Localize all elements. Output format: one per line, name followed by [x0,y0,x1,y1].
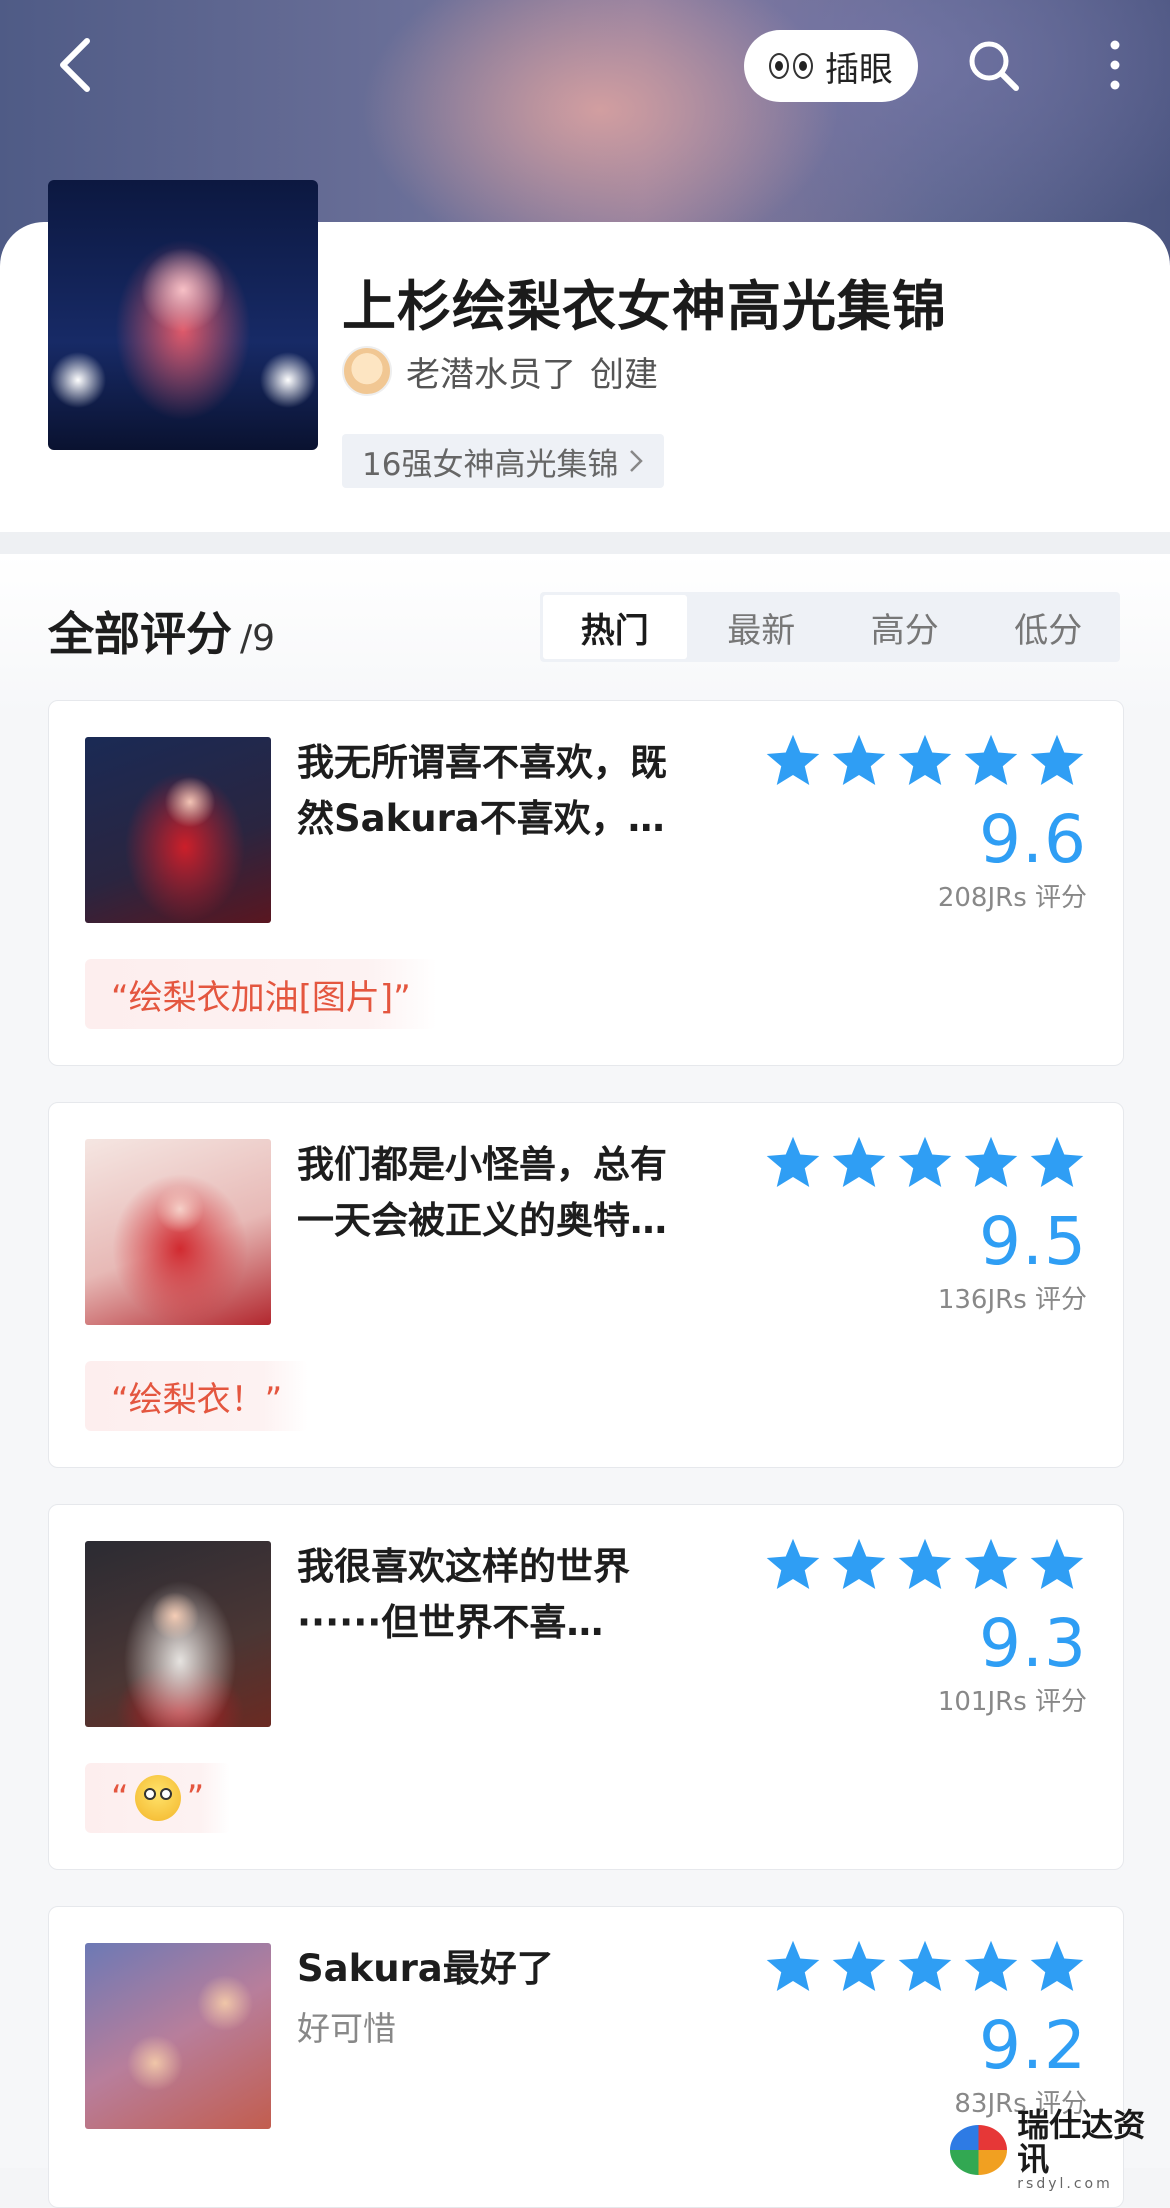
rating-subtitle: 好可惜 [297,2009,396,2048]
tab-low-score[interactable]: 低分 [977,592,1121,662]
rating-title: 我无所谓喜不喜欢，既 然Sakura不喜欢，… [297,741,667,840]
peek-label: 插眼 [825,49,893,90]
rating-score: 9.3 [979,1605,1087,1682]
top-comment[interactable]: “绘梨衣加油[图片]” [85,959,437,1029]
peek-button[interactable]: 插眼 [744,30,918,102]
top-comment[interactable]: “ ” [85,1763,231,1833]
creator-info[interactable]: 老潜水员了 创建 [342,346,658,396]
rating-thumbnail [85,1139,271,1325]
rating-thumbnail [85,737,271,923]
rating-card[interactable]: 我很喜欢这样的世界 ······但世界不喜… 9.3 101JRs 评分 “ ” [48,1504,1124,1870]
rating-thumbnail [85,1943,271,2129]
watermark-name: 瑞仕达资讯 [1017,2106,1146,2178]
section-count: /9 [240,618,276,659]
section-title: 全部评分/9 [48,598,275,664]
star-icon [898,1136,952,1187]
star-icon [1030,734,1084,785]
rating-thumbnail [85,1541,271,1727]
star-icon [766,734,820,785]
star-icon [766,1136,820,1187]
collection-tag-link[interactable]: 16强女神高光集锦 [342,434,665,488]
star-icon [964,1538,1018,1589]
more-button[interactable] [1080,30,1150,100]
star-rating[interactable] [763,731,1087,791]
rating-title: Sakura最好了 [297,1947,554,1990]
star-icon [832,1538,886,1589]
chevron-left-icon [60,38,90,92]
rater-count: 208JRs 评分 [937,883,1087,913]
section-divider [0,532,1170,554]
rating-score: 9.2 [979,2007,1087,2084]
rating-title: 我很喜欢这样的世界 ······但世界不喜… [297,1545,630,1644]
star-icon [766,1538,820,1589]
rating-title: 我们都是小怪兽，总有 一天会被正义的奥特… [297,1143,667,1242]
rating-card[interactable]: 我无所谓喜不喜欢，既 然Sakura不喜欢，… 9.6 208JRs 评分 “绘… [48,700,1124,1066]
collection-tag-label: 16强女神高光集锦 [362,446,619,483]
tab-latest[interactable]: 最新 [690,592,834,662]
star-icon [1030,1940,1084,1991]
rating-score: 9.6 [979,801,1087,878]
star-icon [766,1940,820,1991]
collection-title: 上杉绘梨衣女神高光集锦 [342,275,947,338]
rater-count: 136JRs 评分 [937,1285,1087,1315]
star-icon [832,1136,886,1187]
watermark-site: rsdyl.com [1017,2176,1113,2192]
rater-count: 101JRs 评分 [937,1687,1087,1717]
sort-tabs: 热门 最新 高分 低分 [540,592,1120,662]
search-icon [969,41,1019,91]
section-title-label: 全部评分 [48,607,232,661]
collection-cover-image[interactable] [48,180,318,450]
tab-hot[interactable]: 热门 [543,595,687,659]
top-comment[interactable]: “绘梨衣！” [85,1361,309,1431]
star-rating[interactable] [763,1937,1087,1997]
star-icon [1030,1538,1084,1589]
star-icon [898,1940,952,1991]
watermark: 瑞仕达资讯 rsdyl.com [950,2108,1170,2192]
rating-score: 9.5 [979,1203,1087,1280]
star-icon [898,734,952,785]
back-button[interactable] [40,30,110,100]
tab-high-score[interactable]: 高分 [833,592,977,662]
quote-open: “ [111,1778,129,1818]
creator-action: 创建 [590,354,658,395]
eyes-icon [769,53,813,79]
rating-card[interactable]: 我们都是小怪兽，总有 一天会被正义的奥特… 9.5 136JRs 评分 “绘梨衣… [48,1102,1124,1468]
star-icon [832,734,886,785]
star-icon [964,1136,1018,1187]
quote-close: ” [186,1778,205,1818]
star-rating[interactable] [763,1535,1087,1595]
dizzy-face-emoji-icon [134,1775,181,1821]
star-rating[interactable] [763,1133,1087,1193]
creator-name[interactable]: 老潜水员了 [406,347,576,396]
chevron-right-icon [630,450,644,472]
search-button[interactable] [958,30,1028,100]
star-icon [964,734,1018,785]
star-icon [832,1940,886,1991]
star-icon [964,1940,1018,1991]
top-bar: 插眼 [0,0,1170,140]
star-icon [898,1538,952,1589]
creator-avatar[interactable] [342,346,392,396]
more-vertical-icon [1110,40,1120,90]
star-icon [1030,1136,1084,1187]
